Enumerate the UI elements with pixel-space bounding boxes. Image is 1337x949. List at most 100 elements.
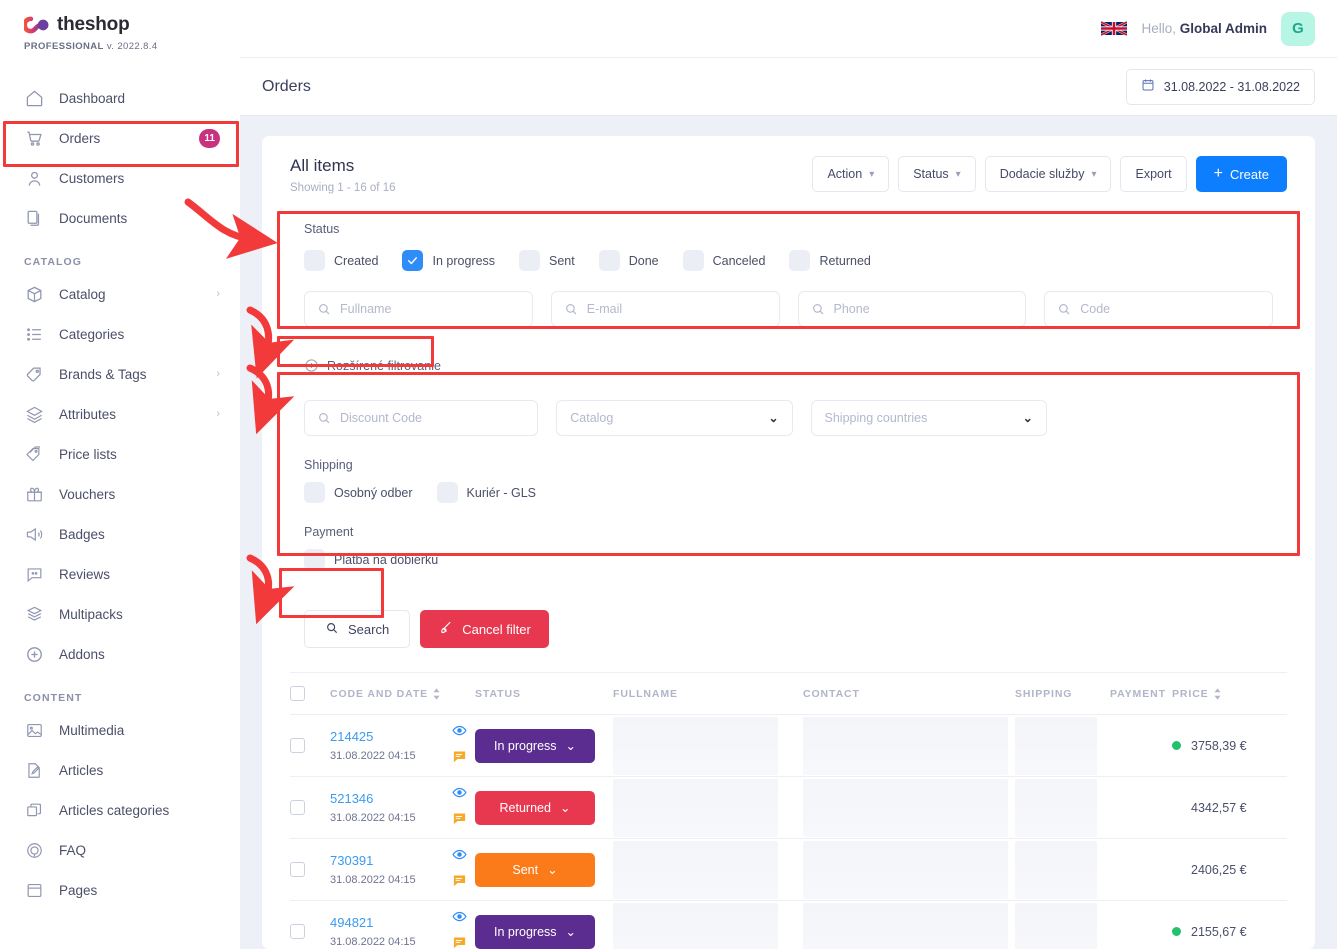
status-badge[interactable]: In progress ⌄ [475,914,595,949]
export-button[interactable]: Export [1120,156,1187,192]
sidebar-item-dashboard[interactable]: Dashboard [0,78,240,118]
checkbox-icon[interactable] [436,482,458,503]
action-dropdown-button[interactable]: Action ▾ [812,156,890,192]
sidebar-item-categories[interactable]: Categories [0,314,240,354]
date-range-picker[interactable]: 31.08.2022 - 31.08.2022 [1125,68,1315,105]
preview-eye-icon[interactable] [452,847,467,867]
sort-icon[interactable] [1213,687,1222,700]
status-checkbox-in-progress[interactable]: In progress [402,250,495,271]
table-row[interactable]: 521346 31.08.2022 04:15 Returned ⌄ 4342,… [290,777,1287,839]
status-badge[interactable]: In progress ⌄ [475,728,595,763]
sidebar-item-reviews[interactable]: Reviews [0,554,240,594]
status-dropdown-button[interactable]: Status ▾ [898,156,976,192]
status-badge[interactable]: Returned ⌄ [475,790,595,825]
status-checkbox-created[interactable]: Created [304,250,378,271]
sidebar-item-label: Articles categories [59,802,170,818]
checkbox-icon[interactable] [789,250,811,271]
uk-flag-icon[interactable] [1101,19,1128,38]
status-checkbox-canceled[interactable]: Canceled [682,250,765,271]
chevron-down-icon: ⌄ [565,925,576,939]
logo-block[interactable]: theshop PROFESSIONAL v. 2022.8.4 [0,0,240,52]
table-row[interactable]: 214425 31.08.2022 04:15 In progress ⌄ 37… [290,715,1287,777]
discount-code-input[interactable] [340,411,526,425]
sidebar-item-badges[interactable]: Badges [0,514,240,554]
avatar[interactable]: G [1281,11,1315,46]
preview-eye-icon[interactable] [452,909,467,929]
checkbox-icon[interactable] [519,250,541,271]
phone-field[interactable] [797,291,1027,327]
table-row[interactable]: 494821 31.08.2022 04:15 In progress ⌄ 21… [290,901,1287,949]
shipping-countries-select[interactable]: Shipping countries ⌄ [810,400,1047,436]
email-input[interactable] [586,302,767,316]
sidebar-item-articles[interactable]: Articles [0,750,240,790]
column-header-contact: CONTACT [803,688,1015,700]
note-icon[interactable] [452,749,467,769]
sidebar-item-faq[interactable]: FAQ [0,830,240,870]
payment-checkbox-cod[interactable]: Platba na dobierku [304,549,438,570]
pages-icon [24,880,44,900]
status-badge[interactable]: Sent ⌄ [475,852,595,887]
checkbox-icon[interactable] [682,250,704,271]
row-checkbox[interactable] [290,800,305,815]
logo-version: v. 2022.8.4 [106,41,158,52]
delivery-services-dropdown-button[interactable]: Dodacie služby ▾ [984,156,1112,192]
create-button[interactable]: + Create [1195,156,1287,192]
theshop-logo-icon [22,15,50,35]
row-checkbox[interactable] [290,862,305,877]
sidebar-item-vouchers[interactable]: Vouchers [0,474,240,514]
page-bar: Orders 31.08.2022 - 31.08.2022 [240,58,1337,116]
row-checkbox[interactable] [290,738,305,753]
note-icon[interactable] [452,811,467,831]
sidebar-item-multipacks[interactable]: Multipacks [0,594,240,634]
sidebar-item-price-lists[interactable]: Price lists [0,434,240,474]
checkbox-checked-icon[interactable] [402,250,424,271]
status-checkbox-sent[interactable]: Sent [519,250,575,271]
shipping-checkbox-personal-pickup[interactable]: Osobný odber [304,482,413,503]
note-icon[interactable] [452,873,467,893]
fullname-field[interactable] [304,291,533,327]
status-checkbox-returned[interactable]: Returned [789,250,871,271]
checkbox-icon[interactable] [304,482,325,503]
code-field[interactable] [1044,291,1273,327]
sidebar-item-documents[interactable]: Documents [0,198,240,238]
row-checkbox[interactable] [290,924,305,939]
catalog-select[interactable]: Catalog ⌄ [556,400,793,436]
sidebar-item-pages[interactable]: Pages [0,870,240,910]
cancel-filter-button[interactable]: Cancel filter [420,610,549,648]
sidebar-item-articles-categories[interactable]: Articles categories [0,790,240,830]
action-dropdown-label: Action [827,167,863,181]
fullname-input[interactable] [340,302,520,316]
preview-eye-icon[interactable] [452,723,467,743]
order-code-link[interactable]: 730391 [330,853,452,868]
note-icon[interactable] [452,935,467,949]
phone-input[interactable] [833,302,1014,316]
discount-code-field[interactable] [304,400,539,436]
code-input[interactable] [1080,302,1260,316]
email-field[interactable] [550,291,780,327]
sidebar-item-addons[interactable]: Addons [0,634,240,674]
sidebar-item-customers[interactable]: Customers [0,158,240,198]
sidebar-item-orders[interactable]: Orders 11 [0,118,240,158]
order-code-link[interactable]: 521346 [330,791,452,806]
order-code-link[interactable]: 214425 [330,729,452,744]
checkbox-icon[interactable] [598,250,620,271]
shipping-checkbox-courier-gls[interactable]: Kuriér - GLS [436,482,536,503]
sidebar-item-attributes[interactable]: Attributes › [0,394,240,434]
column-header-price[interactable]: PRICE [1172,688,1287,700]
checkbox-icon[interactable] [304,250,325,271]
select-all-checkbox[interactable] [290,686,305,701]
sidebar-item-brands-tags[interactable]: Brands & Tags › [0,354,240,394]
order-code-link[interactable]: 494821 [330,915,452,930]
preview-eye-icon[interactable] [452,785,467,805]
sidebar-item-label: Attributes [59,406,117,422]
column-header-code-and-date[interactable]: CODE AND DATE [330,688,475,700]
app-root: theshop PROFESSIONAL v. 2022.8.4 Dashboa… [0,0,1337,949]
sidebar-item-catalog[interactable]: Catalog › [0,274,240,314]
sort-icon[interactable] [432,687,441,700]
search-button[interactable]: Search [304,610,411,648]
status-checkbox-done[interactable]: Done [598,250,659,271]
sidebar-item-multimedia[interactable]: Multimedia [0,710,240,750]
table-row[interactable]: 730391 31.08.2022 04:15 Sent ⌄ 2406,25 € [290,839,1287,901]
advanced-filter-toggle[interactable]: Rozšírené filtrovanie [296,353,449,378]
checkbox-icon[interactable] [304,549,325,570]
